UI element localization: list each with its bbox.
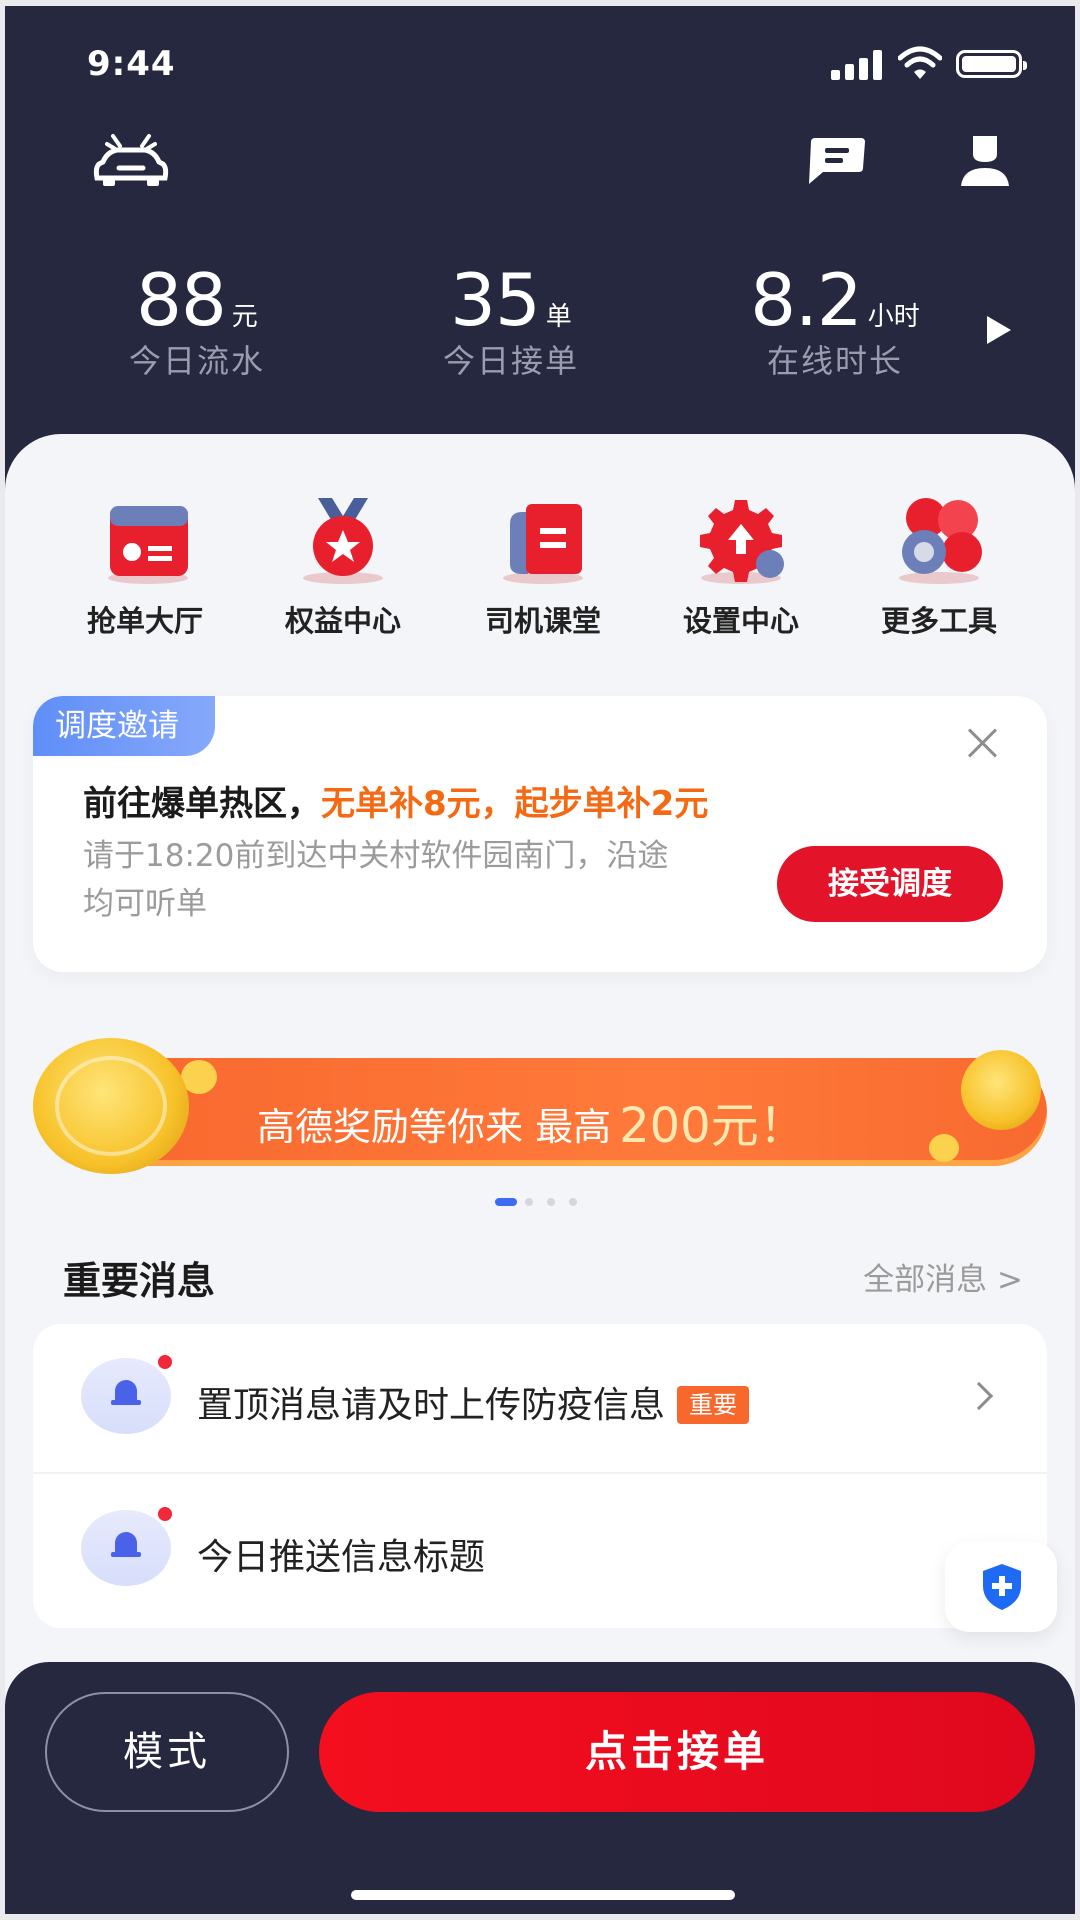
- message-item[interactable]: 今日推送信息标题: [33, 1476, 1047, 1626]
- bell-icon: [81, 1504, 175, 1586]
- tool-label: 权益中心: [284, 604, 401, 638]
- battery-icon: [956, 50, 1027, 78]
- more-tools-icon: [899, 498, 982, 584]
- unread-dot: [155, 1504, 175, 1524]
- dispatch-tag: 调度邀请: [33, 696, 215, 756]
- headline-highlight: 无单补8元，起步单补2元: [321, 784, 709, 824]
- page-dot[interactable]: [547, 1198, 555, 1206]
- user-icon[interactable]: [957, 132, 1013, 188]
- unread-dot: [155, 1352, 175, 1372]
- gear-icon: [700, 500, 784, 584]
- message-title: 今日推送信息标题: [197, 1537, 486, 1578]
- message-text: 置顶消息请及时上传防疫信息 重要: [197, 1376, 750, 1428]
- coin-icon: [961, 1050, 1041, 1130]
- tool-grid: 抢单大厅 权益中心 司机课堂 设置中心 更多工具: [5, 494, 1075, 644]
- bell-icon: [81, 1352, 175, 1434]
- page-dot-active[interactable]: [495, 1198, 517, 1206]
- dispatch-invite-card: 调度邀请 前往爆单热区，无单补8元，起步单补2元 请于18:20前到达中关村软件…: [33, 696, 1047, 972]
- message-title: 置顶消息请及时上传防疫信息: [197, 1385, 666, 1426]
- order-hall-icon: [108, 506, 188, 584]
- headline-prefix: 前往爆单热区，: [83, 784, 321, 824]
- messages-card: 置顶消息请及时上传防疫信息 重要 今日推送信息标题: [33, 1324, 1047, 1628]
- stat-value: 88: [136, 258, 227, 342]
- stat-value: 8.2: [750, 258, 863, 342]
- play-icon[interactable]: [987, 316, 1011, 344]
- coin-icon: [33, 1038, 189, 1174]
- important-badge: 重要: [677, 1386, 750, 1424]
- shield-icon: [983, 1564, 1021, 1610]
- car-icon[interactable]: [93, 128, 169, 190]
- mode-button[interactable]: 模式: [45, 1692, 289, 1812]
- bottom-bar: 模式 点击接单: [5, 1662, 1075, 1914]
- message-item[interactable]: 置顶消息请及时上传防疫信息 重要: [33, 1324, 1047, 1474]
- medal-icon: [303, 498, 383, 584]
- main-panel: 抢单大厅 权益中心 司机课堂 设置中心 更多工具 调度邀请 前往爆单热区，无单补…: [5, 434, 1075, 1754]
- signal-icon: [831, 50, 883, 80]
- tool-label: 更多工具: [880, 604, 997, 638]
- stat-unit: 元: [231, 302, 258, 332]
- stat-unit: 单: [545, 302, 572, 332]
- tool-classroom[interactable]: 司机课堂: [448, 494, 638, 640]
- phone-screen: 9:44 88 元 今日流水 35 单 今日接单 8.2 小时 在线时长 抢单大…: [5, 6, 1075, 1914]
- reward-banner[interactable]: 高德奖励等你来 最高 200元！: [33, 1038, 1047, 1174]
- wifi-icon: [898, 46, 942, 79]
- book-icon: [503, 504, 583, 584]
- tool-settings[interactable]: 设置中心: [646, 494, 836, 640]
- accept-order-button[interactable]: 点击接单: [319, 1692, 1035, 1812]
- messages-section-title: 重要消息: [63, 1259, 216, 1303]
- stat-value: 35: [450, 258, 541, 342]
- banner-title: 高德奖励等你来 最高: [257, 1105, 612, 1149]
- stat-earnings[interactable]: 88 元 今日流水: [67, 258, 327, 382]
- status-bar: 9:44: [5, 6, 1075, 116]
- close-icon[interactable]: [965, 726, 999, 760]
- accept-dispatch-button[interactable]: 接受调度: [777, 846, 1003, 922]
- stat-label: 今日流水: [128, 342, 265, 380]
- stat-unit: 小时: [867, 302, 920, 332]
- dispatch-headline: 前往爆单热区，无单补8元，起步单补2元: [83, 776, 708, 825]
- tool-label: 司机课堂: [484, 604, 601, 638]
- status-time: 9:44: [87, 44, 176, 84]
- all-messages-link[interactable]: 全部消息 >: [863, 1254, 1023, 1299]
- page-dot[interactable]: [569, 1198, 577, 1206]
- tool-benefits[interactable]: 权益中心: [248, 494, 438, 640]
- dispatch-description: 请于18:20前到达中关村软件园南门，沿途均可听单: [83, 838, 669, 922]
- message-icon[interactable]: [805, 136, 867, 186]
- tool-label: 抢单大厅: [86, 604, 203, 638]
- tool-more[interactable]: 更多工具: [844, 494, 1034, 640]
- page-dot[interactable]: [525, 1198, 533, 1206]
- banner-amount: 200元！: [619, 1098, 807, 1154]
- safety-shield-button[interactable]: [945, 1542, 1057, 1632]
- banner-text: 高德奖励等你来 最高 200元！: [257, 1086, 807, 1156]
- chevron-right-icon: [964, 1381, 994, 1411]
- stat-label: 今日接单: [442, 342, 579, 380]
- stat-orders[interactable]: 35 单 今日接单: [381, 258, 641, 382]
- coin-decoration: [929, 1134, 959, 1162]
- stat-online-time[interactable]: 8.2 小时 在线时长: [705, 258, 965, 382]
- tool-label: 设置中心: [682, 604, 799, 638]
- home-indicator[interactable]: [351, 1890, 735, 1900]
- tool-order-hall[interactable]: 抢单大厅: [50, 494, 240, 640]
- stat-label: 在线时长: [766, 342, 903, 380]
